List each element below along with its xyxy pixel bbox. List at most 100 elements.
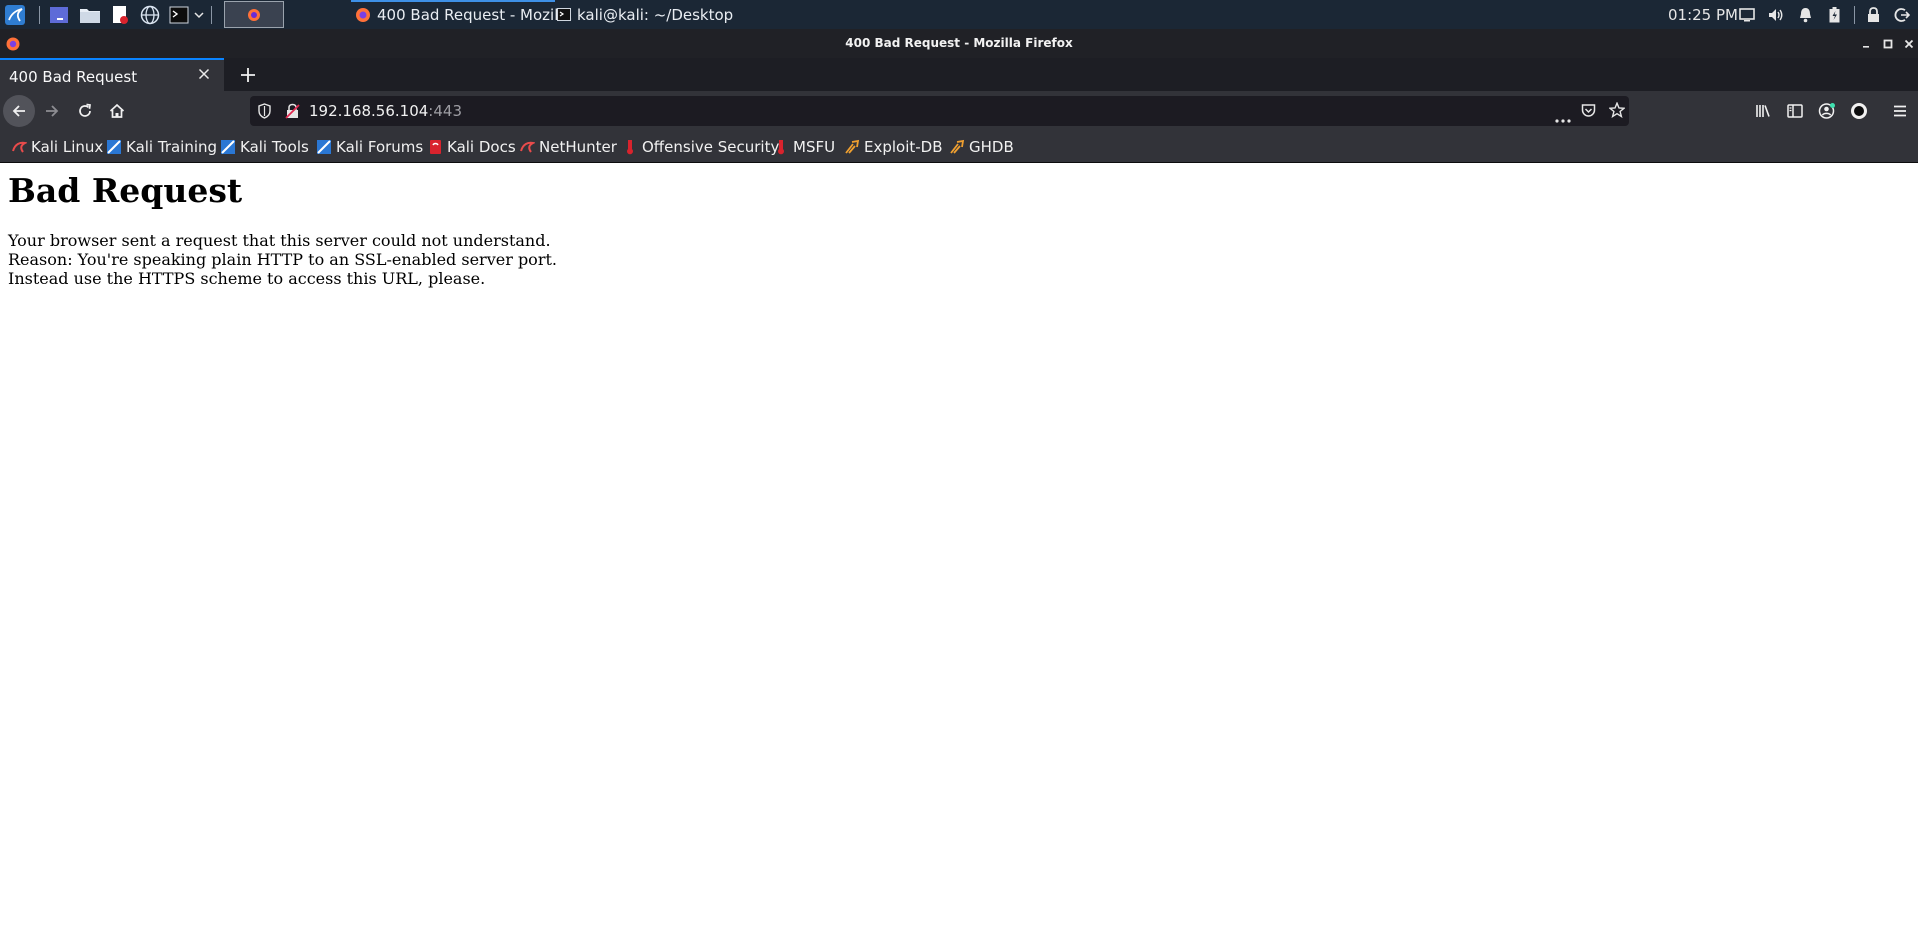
url-bar[interactable]: 192.168.56.104:443 (250, 96, 1629, 126)
panel-separator (1854, 6, 1855, 24)
bookmark-kali-docs[interactable]: Kali Docs (427, 138, 516, 156)
bookmark-star-icon[interactable] (1608, 101, 1626, 122)
reload-icon (79, 103, 91, 117)
top-panel: 400 Bad Request - Mozil... kali@kali: ~/… (0, 0, 1918, 29)
kali-dragon-icon (11, 139, 27, 155)
tracking-shield-icon[interactable] (258, 103, 271, 123)
kali-menu-icon[interactable] (2, 0, 28, 29)
bookmark-label: Kali Forums (336, 138, 424, 156)
bookmark-label: MSFU (793, 138, 836, 156)
navigation-toolbar: 192.168.56.104:443 (0, 91, 1918, 132)
error-message: Your browser sent a request that this se… (8, 231, 557, 288)
battery-icon[interactable] (1825, 0, 1843, 29)
bookmark-nethunter[interactable]: NetHunter (519, 138, 617, 156)
chevron-down-icon[interactable] (192, 0, 206, 29)
logout-icon[interactable] (1891, 0, 1913, 29)
sidebar-icon (1787, 104, 1803, 118)
display-icon[interactable] (1737, 0, 1757, 29)
insecure-connection-icon[interactable] (285, 103, 300, 123)
pocket-icon[interactable] (1581, 103, 1596, 122)
kali-forums-icon (316, 139, 332, 155)
taskbar-item-firefox[interactable]: 400 Bad Request - Mozil... (355, 0, 573, 29)
bookmark-kali-forums[interactable]: Kali Forums (316, 138, 423, 156)
msfu-icon (773, 139, 789, 155)
error-line-1: Your browser sent a request that this se… (8, 231, 551, 250)
window-titlebar: 400 Bad Request - Mozilla Firefox (0, 29, 1918, 58)
library-icon (1756, 105, 1770, 117)
bookmark-label: Exploit-DB (864, 138, 943, 156)
lock-screen-icon[interactable] (1863, 0, 1883, 29)
text-editor-icon[interactable] (109, 0, 131, 29)
bookmark-offensive-security[interactable]: Offensive Security (622, 138, 779, 156)
kali-training-icon (106, 139, 122, 155)
plus-icon (241, 68, 255, 82)
terminal-icon[interactable] (167, 0, 191, 29)
bookmark-kali-training[interactable]: Kali Training (106, 138, 217, 156)
file-manager-icon[interactable] (78, 0, 102, 29)
taskbar-item-label: 400 Bad Request - Mozil... (377, 5, 573, 24)
bookmark-label: NetHunter (539, 138, 617, 156)
arrow-right-icon (46, 105, 59, 117)
back-button[interactable] (3, 95, 35, 127)
account-button[interactable] (1811, 95, 1843, 127)
bookmark-label: Kali Training (126, 138, 218, 156)
url-text: 192.168.56.104:443 (309, 102, 462, 120)
hamburger-menu-icon (1894, 105, 1906, 117)
error-line-3: Instead use the HTTPS scheme to access t… (8, 269, 486, 288)
library-button[interactable] (1747, 95, 1779, 127)
kali-docs-icon (427, 139, 443, 155)
taskbar-item-label: kali@kali: ~/Desktop (577, 5, 734, 24)
account-icon (1818, 103, 1835, 119)
page-content: Bad Request Your browser sent a request … (0, 164, 1918, 936)
extension-circle-icon (1851, 103, 1867, 119)
panel-clock[interactable]: 01:25 PM (1668, 0, 1738, 29)
bookmark-label: Kali Docs (447, 138, 516, 156)
window-title: 400 Bad Request - Mozilla Firefox (845, 36, 1073, 50)
page-heading: Bad Request (8, 171, 243, 210)
forward-button[interactable] (36, 95, 68, 127)
home-button[interactable] (101, 95, 133, 127)
show-desktop-icon[interactable] (47, 0, 71, 29)
home-icon (109, 103, 125, 118)
bookmark-kali-linux[interactable]: Kali Linux (11, 138, 103, 156)
offsec-icon (622, 139, 638, 155)
open-menu-button[interactable] (1884, 95, 1916, 127)
error-line-2: Reason: You're speaking plain HTTP to an… (8, 250, 557, 269)
ghdb-icon (949, 139, 965, 155)
nethunter-icon (519, 139, 535, 155)
bookmark-exploit-db[interactable]: Exploit-DB (844, 138, 943, 156)
bookmark-ghdb[interactable]: GHDB (949, 138, 1014, 156)
arrow-left-icon (12, 105, 25, 117)
sidebar-toggle-button[interactable] (1779, 95, 1811, 127)
close-tab-icon[interactable] (198, 65, 210, 85)
maximize-icon[interactable] (1878, 29, 1898, 58)
notification-bell-icon[interactable] (1795, 0, 1815, 29)
page-actions-icon[interactable] (1555, 109, 1571, 127)
exploitdb-icon (844, 139, 860, 155)
web-browser-icon[interactable] (138, 0, 162, 29)
panel-separator (39, 6, 40, 24)
url-host: 192.168.56.104 (309, 102, 429, 120)
bookmark-kali-tools[interactable]: Kali Tools (220, 138, 309, 156)
firefox-icon (356, 7, 370, 22)
bookmark-msfu[interactable]: MSFU (773, 138, 835, 156)
bookmark-label: Offensive Security (642, 138, 780, 156)
url-port: :443 (428, 102, 462, 120)
tab-bad-request[interactable]: 400 Bad Request (0, 58, 224, 91)
minimize-icon[interactable] (1856, 29, 1876, 58)
tab-strip: 400 Bad Request (0, 58, 1918, 91)
volume-icon[interactable] (1765, 0, 1787, 29)
workspace-switcher[interactable] (224, 1, 284, 28)
bookmark-label: GHDB (969, 138, 1014, 156)
reload-button[interactable] (69, 95, 101, 127)
bookmark-label: Kali Linux (31, 138, 104, 156)
close-window-icon[interactable] (1899, 29, 1918, 58)
taskbar-item-terminal[interactable]: kali@kali: ~/Desktop (557, 0, 733, 29)
tab-label: 400 Bad Request (9, 68, 138, 86)
bookmarks-toolbar: Kali Linux Kali Training Kali Tools Kali… (0, 132, 1918, 163)
bookmark-label: Kali Tools (240, 138, 309, 156)
new-tab-button[interactable] (233, 60, 263, 90)
panel-separator (211, 6, 212, 24)
extension-button[interactable] (1843, 95, 1875, 127)
kali-tools-icon (220, 139, 236, 155)
